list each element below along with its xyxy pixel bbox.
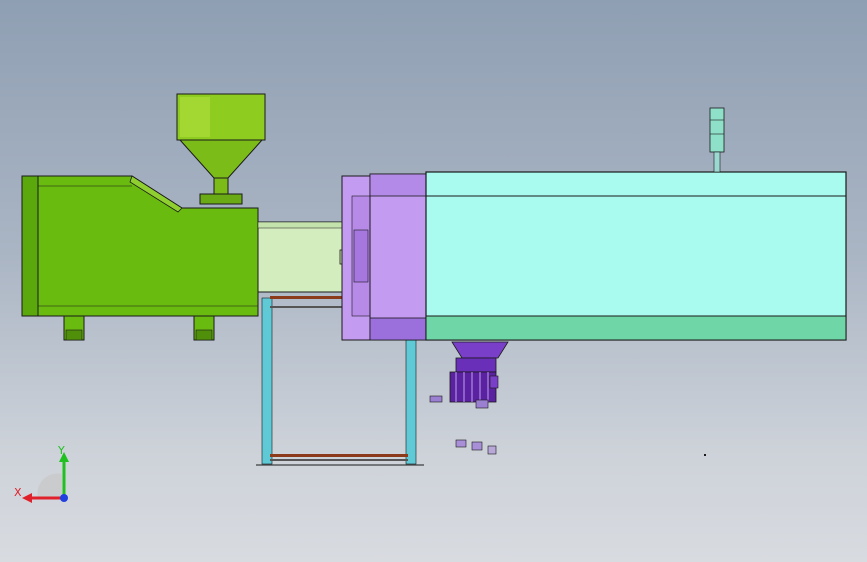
signal-tower[interactable] — [709, 107, 725, 173]
x-axis-label: X — [14, 486, 22, 499]
y-axis-label: Y — [57, 444, 65, 457]
x-arrow-icon — [22, 493, 32, 503]
fixed-platen[interactable] — [341, 175, 371, 341]
cad-viewport[interactable] — [0, 0, 867, 562]
clamp-unit[interactable] — [425, 171, 847, 341]
axis-triad[interactable]: Y X — [10, 440, 80, 510]
z-axis-dot — [60, 494, 68, 502]
hopper[interactable] — [176, 93, 266, 205]
moving-platen[interactable] — [369, 173, 427, 341]
fasteners — [455, 439, 706, 456]
barrel-cover[interactable] — [257, 221, 357, 293]
triad-plane — [37, 473, 62, 498]
motor-assembly[interactable] — [429, 341, 509, 409]
